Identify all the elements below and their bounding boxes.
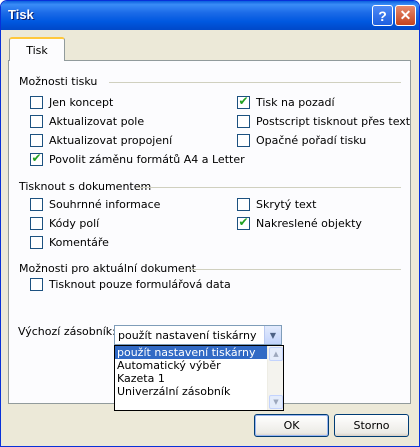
checkbox-update-fields[interactable]: Aktualizovat pole <box>30 113 144 129</box>
checkbox-box[interactable] <box>237 114 250 128</box>
checkbox-box[interactable] <box>30 235 43 249</box>
checkbox-box[interactable] <box>30 95 43 109</box>
print-dialog: Tisk ? ✕ Tisk Možnosti tisku Jen koncept… <box>0 0 420 447</box>
window-title: Tisk <box>8 7 34 22</box>
dropdown-arrow-button[interactable]: ▼ <box>264 326 281 344</box>
question-mark-icon: ? <box>378 7 387 24</box>
checkbox-box[interactable]: ✔ <box>237 214 250 230</box>
checkbox-label: Nakreslené objekty <box>256 216 362 230</box>
cancel-button[interactable]: Storno <box>334 414 409 437</box>
checkbox-label: Opačné pořadí tisku <box>256 133 367 147</box>
tab-print[interactable]: Tisk <box>9 37 65 61</box>
checkbox-hidden-text[interactable]: Skrytý text <box>237 196 316 212</box>
checkbox-box[interactable] <box>30 133 43 147</box>
checkbox-label: Skrytý text <box>256 197 317 211</box>
tab-label: Tisk <box>26 43 48 57</box>
checkbox-box[interactable] <box>237 197 250 211</box>
group-title-print-with-document: Tisknout s dokumentem <box>19 180 152 193</box>
checkbox-background-printing[interactable]: ✔ Tisk na pozadí <box>237 94 335 110</box>
chevron-down-icon: ▼ <box>273 398 279 406</box>
checkbox-draft-only[interactable]: Jen koncept <box>30 94 113 110</box>
checkbox-box[interactable]: ✔ <box>30 150 43 166</box>
checkbox-label: Tisknout pouze formulářová data <box>49 277 231 291</box>
checkbox-label: Postscript tisknout přes text <box>256 114 411 128</box>
checkbox-box[interactable] <box>30 114 43 128</box>
scroll-up-button[interactable]: ▲ <box>269 347 283 361</box>
checkbox-box[interactable] <box>30 216 43 230</box>
title-bar[interactable]: Tisk ? ✕ <box>1 1 419 30</box>
checkbox-label: Aktualizovat pole <box>49 114 145 128</box>
close-button[interactable]: ✕ <box>395 5 416 26</box>
checkbox-box[interactable] <box>30 277 43 291</box>
listbox-scrollbar[interactable]: ▲ ▼ <box>267 346 283 410</box>
checkmark-icon: ✔ <box>238 214 249 229</box>
checkbox-label: Jen koncept <box>49 95 114 109</box>
chevron-down-icon: ▼ <box>269 330 277 340</box>
checkbox-update-links[interactable]: Aktualizovat propojení <box>30 132 172 148</box>
cancel-button-label: Storno <box>353 419 390 432</box>
group-divider <box>109 82 401 83</box>
checkbox-label: Komentáře <box>49 235 109 249</box>
tray-option[interactable]: Univerzální zásobník <box>115 385 283 398</box>
ok-button[interactable]: OK <box>254 414 329 437</box>
checkmark-icon: ✔ <box>238 93 249 108</box>
group-title-current-document: Možnosti pro aktuální dokument <box>19 262 196 275</box>
default-tray-value: použít nastavení tiskárny <box>118 329 257 342</box>
group-title-print-options: Možnosti tisku <box>19 75 98 88</box>
tray-option[interactable]: použít nastavení tiskárny <box>115 346 283 359</box>
group-divider <box>137 187 401 188</box>
checkmark-icon: ✔ <box>31 150 42 165</box>
tray-option[interactable]: Kazeta 1 <box>115 372 283 385</box>
tray-option[interactable]: Automatický výběr <box>115 359 283 372</box>
help-button[interactable]: ? <box>372 5 393 26</box>
checkbox-drawing-objects[interactable]: ✔ Nakreslené objekty <box>237 215 362 231</box>
checkbox-box[interactable] <box>30 197 43 211</box>
group-divider <box>189 269 401 270</box>
checkbox-form-data-only[interactable]: Tisknout pouze formulářová data <box>30 276 231 292</box>
checkbox-label: Kódy polí <box>49 216 100 230</box>
checkbox-reverse-order[interactable]: Opačné pořadí tisku <box>237 132 366 148</box>
scroll-down-button[interactable]: ▼ <box>269 395 283 409</box>
checkbox-label: Souhrnné informace <box>49 197 161 211</box>
default-tray-label: Výchozí zásobník: <box>18 325 116 338</box>
checkbox-summary-info[interactable]: Souhrnné informace <box>30 196 160 212</box>
default-tray-listbox[interactable]: použít nastavení tiskárny Automatický vý… <box>114 345 284 411</box>
checkbox-box[interactable] <box>237 133 250 147</box>
checkbox-label: Aktualizovat propojení <box>49 133 173 147</box>
checkbox-label: Tisk na pozadí <box>256 95 335 109</box>
ok-button-label: OK <box>283 419 300 432</box>
chevron-up-icon: ▲ <box>273 350 279 358</box>
checkbox-postscript-over-text[interactable]: Postscript tisknout přes text <box>237 113 410 129</box>
checkbox-label: Povolit záměnu formátů A4 a Letter <box>49 152 245 166</box>
close-icon: ✕ <box>399 7 412 23</box>
checkbox-box[interactable]: ✔ <box>237 93 250 109</box>
default-tray-select[interactable]: použít nastavení tiskárny ▼ <box>114 325 282 345</box>
checkbox-comments[interactable]: Komentáře <box>30 234 109 250</box>
checkbox-field-codes[interactable]: Kódy polí <box>30 215 99 231</box>
checkbox-allow-a4-letter[interactable]: ✔ Povolit záměnu formátů A4 a Letter <box>30 151 245 167</box>
